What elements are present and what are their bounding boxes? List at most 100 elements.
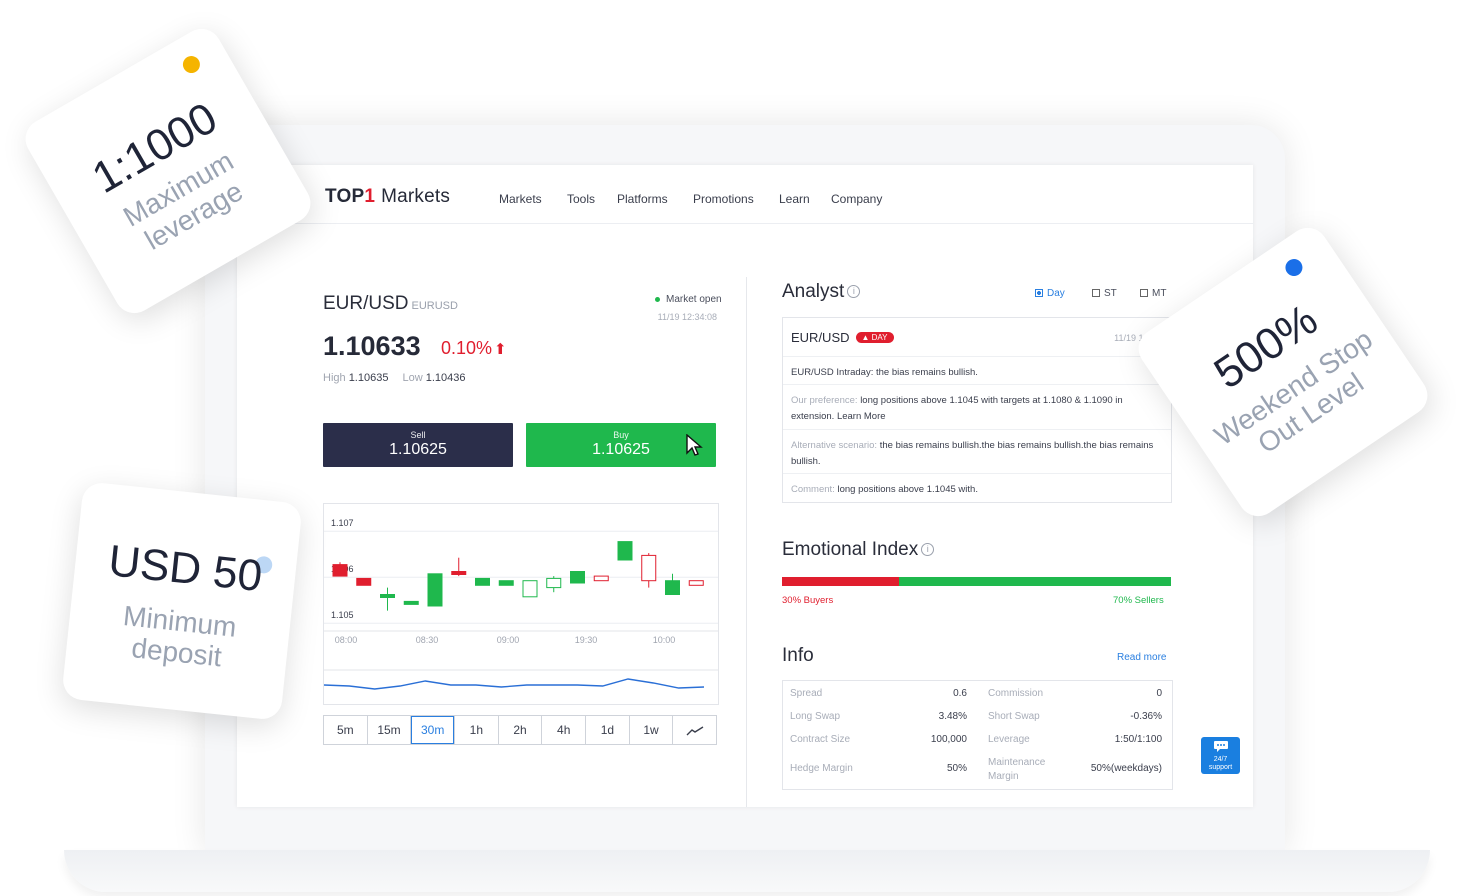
analyst-title: Analyst i bbox=[782, 281, 861, 303]
quote-timestamp: 11/19 12:34:08 bbox=[657, 312, 717, 322]
candle-body bbox=[475, 577, 490, 586]
market-status: Market open bbox=[655, 294, 722, 305]
nav-learn[interactable]: Learn bbox=[779, 192, 810, 206]
candle-body bbox=[665, 580, 680, 595]
chat-bubble-icon bbox=[1213, 741, 1228, 752]
support-line1: 24/7 bbox=[1213, 756, 1228, 763]
candle-body bbox=[546, 577, 562, 589]
accent-dot bbox=[179, 52, 204, 77]
timeframe-1w[interactable]: 1w bbox=[630, 716, 674, 744]
info-key: Spread bbox=[790, 688, 823, 699]
read-more-link[interactable]: Read more bbox=[1117, 652, 1166, 663]
info-key: Long Swap bbox=[790, 711, 841, 722]
promo-card-deposit: USD 50 Minimum deposit bbox=[61, 481, 303, 721]
timeframe-4h[interactable]: 4h bbox=[542, 716, 587, 744]
sellers-label: 70% Sellers bbox=[1113, 595, 1164, 606]
info-value: 50% bbox=[946, 763, 967, 774]
mouse-cursor-icon bbox=[686, 434, 703, 456]
info-value: 1:50/1:100 bbox=[1114, 734, 1162, 745]
nav-tools[interactable]: Tools bbox=[567, 192, 595, 206]
timeframe-1h[interactable]: 1h bbox=[455, 716, 499, 744]
accent-dot bbox=[1282, 255, 1306, 280]
day-checkbox[interactable] bbox=[1035, 289, 1043, 297]
line-chart-toggle[interactable] bbox=[673, 716, 716, 744]
candle-body bbox=[522, 580, 538, 598]
info-value: 0 bbox=[1156, 688, 1162, 699]
candle-body bbox=[451, 571, 467, 575]
info-key: Short Swap bbox=[988, 711, 1040, 722]
timeframe-30m[interactable]: 30m bbox=[411, 716, 456, 744]
info-value: 100,000 bbox=[930, 734, 967, 745]
candle-body bbox=[427, 573, 443, 607]
info-value: 50%(weekdays) bbox=[1090, 763, 1162, 774]
x-tick-label: 09:00 bbox=[497, 635, 520, 645]
nav-platforms[interactable]: Platforms bbox=[617, 192, 668, 206]
analyst-alternative: Alternative scenario: the bias remains b… bbox=[783, 429, 1171, 478]
site-header: TOP1 Markets Markets Tools Platforms Prom… bbox=[237, 165, 1253, 224]
st-checkbox[interactable] bbox=[1092, 289, 1100, 297]
x-tick-label: 08:30 bbox=[416, 635, 439, 645]
site-logo[interactable]: TOP1 Markets bbox=[325, 186, 450, 208]
panel-divider bbox=[746, 277, 747, 807]
candle-body bbox=[570, 571, 585, 584]
info-title: Info bbox=[782, 645, 814, 666]
sell-button[interactable]: Sell 1.10625 bbox=[323, 423, 513, 467]
option-st[interactable]: ST bbox=[1092, 288, 1117, 299]
timeframe-5m[interactable]: 5m bbox=[324, 716, 368, 744]
buyers-label: 30% Buyers bbox=[782, 595, 834, 606]
option-day[interactable]: Day bbox=[1035, 288, 1065, 299]
info-key: Hedge Margin bbox=[790, 763, 853, 774]
mt-checkbox[interactable] bbox=[1140, 289, 1148, 297]
price-chart[interactable]: 1.1071.1061.10508:0008:3009:0019:3010:00 bbox=[323, 503, 719, 705]
timeframe-15m[interactable]: 15m bbox=[368, 716, 412, 744]
support-chat-button[interactable]: 24/7 support bbox=[1201, 737, 1240, 774]
status-dot bbox=[655, 296, 660, 302]
candle-body bbox=[641, 554, 657, 582]
analyst-preference: Our preference: long positions above 1.1… bbox=[783, 384, 1171, 433]
nav-promotions[interactable]: Promotions bbox=[693, 192, 754, 206]
x-tick-label: 19:30 bbox=[575, 635, 598, 645]
sellers-fill bbox=[898, 577, 1171, 586]
candle-body bbox=[332, 564, 348, 577]
candle-body bbox=[356, 577, 372, 586]
x-tick-label: 08:00 bbox=[335, 635, 358, 645]
y-tick-label: 1.107 bbox=[331, 518, 354, 528]
candle-body bbox=[498, 580, 514, 586]
price-change: 0.10% ⬆ bbox=[441, 338, 507, 358]
info-table: Spread 0.6 Commission 0 Long Swap 3.48% … bbox=[782, 680, 1173, 790]
info-icon[interactable]: i bbox=[847, 285, 861, 299]
timeframe-2h[interactable]: 2h bbox=[499, 716, 543, 744]
day-tag: ▲ DAY bbox=[855, 332, 894, 343]
pair-title: EUR/USD EURUSD bbox=[323, 293, 458, 314]
candle-body bbox=[593, 575, 609, 582]
nav-company[interactable]: Company bbox=[831, 192, 882, 206]
info-value: -0.36% bbox=[1130, 711, 1162, 722]
browser-screen: TOP1 Markets Markets Tools Platforms Prom… bbox=[237, 165, 1253, 807]
nav-markets[interactable]: Markets bbox=[499, 192, 542, 206]
chart-svg: 1.1071.1061.10508:0008:3009:0019:3010:00 bbox=[323, 518, 718, 690]
pair-symbol: EURUSD bbox=[411, 300, 458, 312]
analyst-card: EUR/USD ▲ DAY 11/19 12:30 EUR/USD Intrada… bbox=[782, 317, 1172, 503]
current-price: 1.10633 bbox=[323, 331, 421, 361]
laptop-frame: TOP1 Markets Markets Tools Platforms Prom… bbox=[205, 125, 1285, 853]
candle-body bbox=[688, 580, 704, 586]
info-icon[interactable]: i bbox=[921, 543, 935, 557]
timeframe-1d[interactable]: 1d bbox=[586, 716, 630, 744]
laptop-base bbox=[64, 850, 1430, 892]
support-line2: support bbox=[1208, 764, 1233, 771]
arrow-up-icon: ⬆ bbox=[494, 341, 507, 358]
info-key: Contract Size bbox=[790, 734, 851, 745]
info-value: 3.48% bbox=[938, 711, 967, 722]
info-key: Commission bbox=[988, 688, 1044, 699]
info-key: Maintenance Margin bbox=[988, 757, 1046, 782]
candle-body bbox=[403, 600, 419, 605]
analyst-pair: EUR/USD ▲ DAY bbox=[791, 330, 894, 345]
option-mt[interactable]: MT bbox=[1140, 288, 1166, 299]
promo-label: Minimum deposit bbox=[121, 600, 238, 673]
mini-series-line bbox=[323, 678, 705, 690]
candle-body bbox=[617, 541, 633, 561]
line-chart-icon bbox=[686, 726, 704, 736]
x-tick-label: 10:00 bbox=[653, 635, 676, 645]
info-key: Leverage bbox=[988, 734, 1030, 745]
info-value: 0.6 bbox=[953, 688, 967, 699]
